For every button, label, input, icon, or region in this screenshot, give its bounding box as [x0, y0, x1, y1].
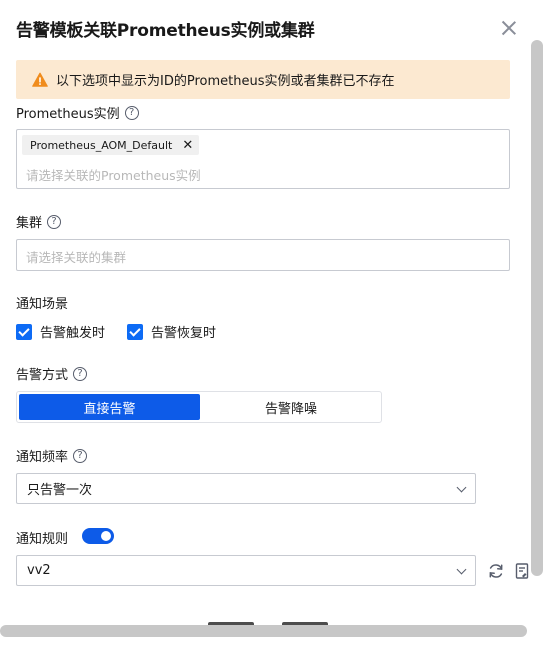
- frequency-select[interactable]: 只告警一次: [16, 473, 476, 504]
- cluster-placeholder: 请选择关联的集群: [26, 250, 127, 265]
- chevron-down-icon: [456, 482, 467, 493]
- warning-icon: [32, 72, 48, 88]
- help-icon[interactable]: ?: [124, 105, 139, 120]
- prometheus-label-text: Prometheus实例: [16, 107, 120, 122]
- prometheus-label: Prometheus实例 ?: [16, 103, 139, 122]
- rule-toggle[interactable]: [82, 528, 114, 544]
- cluster-label-text: 集群: [16, 216, 43, 231]
- alert-text: 以下选项中显示为ID的Prometheus实例或者集群已不存在: [56, 74, 395, 89]
- cluster-label: 集群 ?: [16, 212, 62, 231]
- checkbox-alert-trigger-label: 告警触发时: [40, 326, 106, 341]
- close-icon[interactable]: [500, 19, 518, 37]
- frequency-label-text: 通知频率: [16, 450, 69, 465]
- cluster-select[interactable]: 请选择关联的集群: [16, 239, 510, 271]
- chevron-down-icon: [456, 564, 467, 575]
- tag-remove-icon[interactable]: ✕: [182, 138, 193, 153]
- method-option-noise-reduction[interactable]: 告警降噪: [201, 394, 381, 420]
- scene-options: 告警触发时 告警恢复时: [16, 322, 216, 341]
- rule-label: 通知规则: [16, 532, 69, 547]
- method-segmented-control: 直接告警 告警降噪: [16, 391, 382, 423]
- warning-alert: 以下选项中显示为ID的Prometheus实例或者集群已不存在: [16, 60, 510, 99]
- prometheus-tag-label: Prometheus_AOM_Default: [30, 138, 173, 152]
- edit-rule-icon[interactable]: [515, 562, 529, 580]
- dialog-title: 告警模板关联Prometheus实例或集群: [16, 21, 315, 41]
- refresh-icon[interactable]: [487, 562, 505, 580]
- rule-value: vv2: [27, 563, 51, 578]
- prometheus-select[interactable]: Prometheus_AOM_Default ✕ 请选择关联的Prometheu…: [16, 129, 510, 189]
- method-label: 告警方式 ?: [16, 364, 88, 383]
- help-icon[interactable]: ?: [47, 214, 62, 229]
- checkbox-alert-recover-label: 告警恢复时: [151, 326, 217, 341]
- rule-select[interactable]: vv2: [16, 555, 476, 586]
- help-icon[interactable]: ?: [73, 366, 88, 381]
- help-icon[interactable]: ?: [73, 448, 88, 463]
- method-option-direct[interactable]: 直接告警: [19, 394, 200, 420]
- frequency-label: 通知频率 ?: [16, 446, 88, 465]
- checkbox-alert-trigger[interactable]: [16, 323, 32, 340]
- frequency-value: 只告警一次: [27, 483, 93, 498]
- horizontal-scrollbar[interactable]: [0, 625, 527, 637]
- prometheus-tag: Prometheus_AOM_Default ✕: [22, 135, 200, 155]
- method-label-text: 告警方式: [16, 368, 69, 383]
- vertical-scrollbar[interactable]: [531, 40, 543, 576]
- scene-label: 通知场景: [16, 297, 69, 312]
- prometheus-placeholder: 请选择关联的Prometheus实例: [26, 168, 201, 183]
- checkbox-alert-recover[interactable]: [127, 323, 144, 340]
